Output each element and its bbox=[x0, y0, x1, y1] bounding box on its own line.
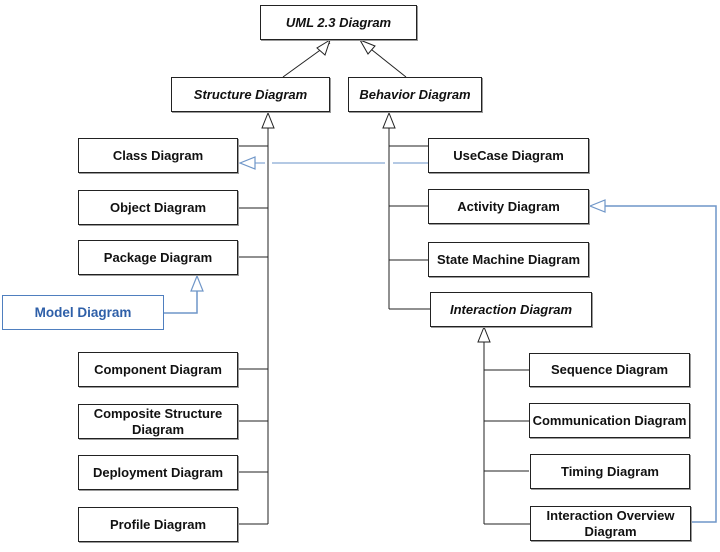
node-package-diagram[interactable]: Package Diagram bbox=[78, 240, 238, 275]
node-state-machine-diagram[interactable]: State Machine Diagram bbox=[428, 242, 589, 277]
node-composite-structure-diagram[interactable]: Composite Structure Diagram bbox=[78, 404, 238, 439]
edge-model-to-package bbox=[164, 291, 198, 314]
node-usecase-diagram[interactable]: UseCase Diagram bbox=[428, 138, 589, 173]
generalization-arrow-uml-left bbox=[316, 38, 331, 56]
node-component-diagram[interactable]: Component Diagram bbox=[78, 352, 238, 387]
generalization-arrow-class bbox=[238, 156, 256, 170]
node-behavior-diagram[interactable]: Behavior Diagram bbox=[348, 77, 482, 112]
edge-behavior-to-uml bbox=[366, 45, 407, 78]
generalization-arrow-package bbox=[190, 274, 204, 292]
node-timing-diagram[interactable]: Timing Diagram bbox=[530, 454, 690, 489]
node-activity-diagram[interactable]: Activity Diagram bbox=[428, 189, 589, 224]
generalization-arrow-interaction bbox=[477, 325, 491, 343]
node-object-diagram[interactable]: Object Diagram bbox=[78, 190, 238, 225]
node-interaction-diagram[interactable]: Interaction Diagram bbox=[430, 292, 592, 327]
node-deployment-diagram[interactable]: Deployment Diagram bbox=[78, 455, 238, 490]
node-model-diagram[interactable]: Model Diagram bbox=[2, 295, 164, 330]
generalization-arrow-structure bbox=[261, 111, 275, 129]
generalization-arrow-activity bbox=[588, 199, 606, 213]
generalization-arrow-behavior bbox=[382, 111, 396, 129]
node-interaction-overview-diagram[interactable]: Interaction Overview Diagram bbox=[530, 506, 691, 541]
node-profile-diagram[interactable]: Profile Diagram bbox=[78, 507, 238, 542]
node-class-diagram[interactable]: Class Diagram bbox=[78, 138, 238, 173]
node-sequence-diagram[interactable]: Sequence Diagram bbox=[529, 353, 690, 387]
node-structure-diagram[interactable]: Structure Diagram bbox=[171, 77, 330, 112]
node-uml-2-3-diagram[interactable]: UML 2.3 Diagram bbox=[260, 5, 417, 40]
node-communication-diagram[interactable]: Communication Diagram bbox=[529, 403, 690, 438]
generalization-arrow-uml-right bbox=[358, 39, 376, 55]
